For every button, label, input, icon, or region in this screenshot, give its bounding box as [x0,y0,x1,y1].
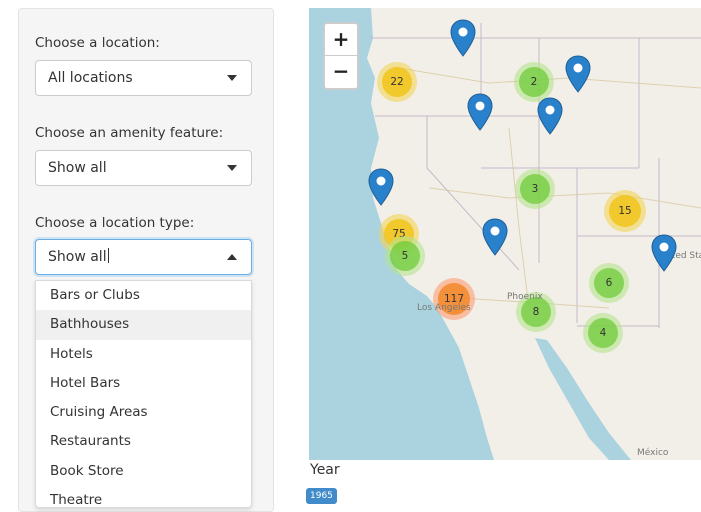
location-type-option[interactable]: Theatre [36,486,251,507]
amenity-select-value: Show all [48,160,107,176]
map-label-los-angeles: Los Angeles [417,303,471,313]
chevron-down-icon [227,75,237,81]
location-type-dropdown: Bars or Clubs Bathhouses Hotels Hotel Ba… [35,280,252,508]
cluster-marker[interactable]: 117 [433,278,475,320]
year-label: Year [310,462,340,478]
zoom-in-button[interactable]: + [325,24,357,56]
text-cursor [107,248,109,263]
cluster-marker[interactable]: 5 [385,236,425,276]
location-type-label: Choose a location type: [35,215,195,231]
cluster-count: 15 [609,195,641,227]
filter-panel: Choose a location: All locations Choose … [18,8,274,512]
cluster-count: 5 [390,241,420,271]
location-type-option[interactable]: Cruising Areas [36,398,251,427]
location-type-option[interactable]: Bathhouses [36,310,251,340]
gulf-of-california [535,338,631,460]
zoom-control: + − [323,22,359,90]
location-type-option[interactable]: Bars or Clubs [36,281,251,310]
map-label-phoenix: Phoenix [507,292,543,302]
location-type-select[interactable]: Show all [35,239,252,275]
map-marker-icon[interactable] [537,97,563,135]
cluster-count: 2 [519,67,549,97]
chevron-up-icon [227,254,237,260]
cluster-count: 3 [520,174,550,204]
amenity-select[interactable]: Show all [35,150,252,186]
cluster-count: 4 [588,318,618,348]
map-marker-icon[interactable] [368,168,394,206]
amenity-label: Choose an amenity feature: [35,125,224,141]
map[interactable]: + − 22 2 3 15 75 5 6 117 8 4 Los Angeles… [309,8,701,460]
cluster-marker[interactable]: 6 [589,263,629,303]
map-marker-icon[interactable] [482,218,508,256]
chevron-down-icon [227,165,237,171]
location-label: Choose a location: [35,35,160,51]
map-marker-icon[interactable] [565,55,591,93]
map-label-mexico: México [637,448,669,458]
location-type-option[interactable]: Restaurants [36,427,251,456]
location-type-select-value: Show all [48,249,107,265]
cluster-marker[interactable]: 4 [583,313,623,353]
location-type-option[interactable]: Hotel Bars [36,369,251,398]
year-slider-value[interactable]: 1965 [306,488,337,504]
cluster-marker[interactable]: 22 [377,62,417,102]
cluster-count: 22 [382,67,412,97]
cluster-marker[interactable]: 15 [604,190,646,232]
location-type-option[interactable]: Book Store [36,457,251,486]
cluster-marker[interactable]: 3 [515,169,555,209]
location-type-option[interactable]: Hotels [36,340,251,369]
cluster-marker[interactable]: 2 [514,62,554,102]
map-marker-icon[interactable] [651,234,677,272]
location-select[interactable]: All locations [35,60,252,96]
location-select-value: All locations [48,70,133,86]
map-marker-icon[interactable] [467,93,493,131]
cluster-count: 6 [594,268,624,298]
zoom-out-button[interactable]: − [325,56,357,87]
map-marker-icon[interactable] [450,19,476,57]
